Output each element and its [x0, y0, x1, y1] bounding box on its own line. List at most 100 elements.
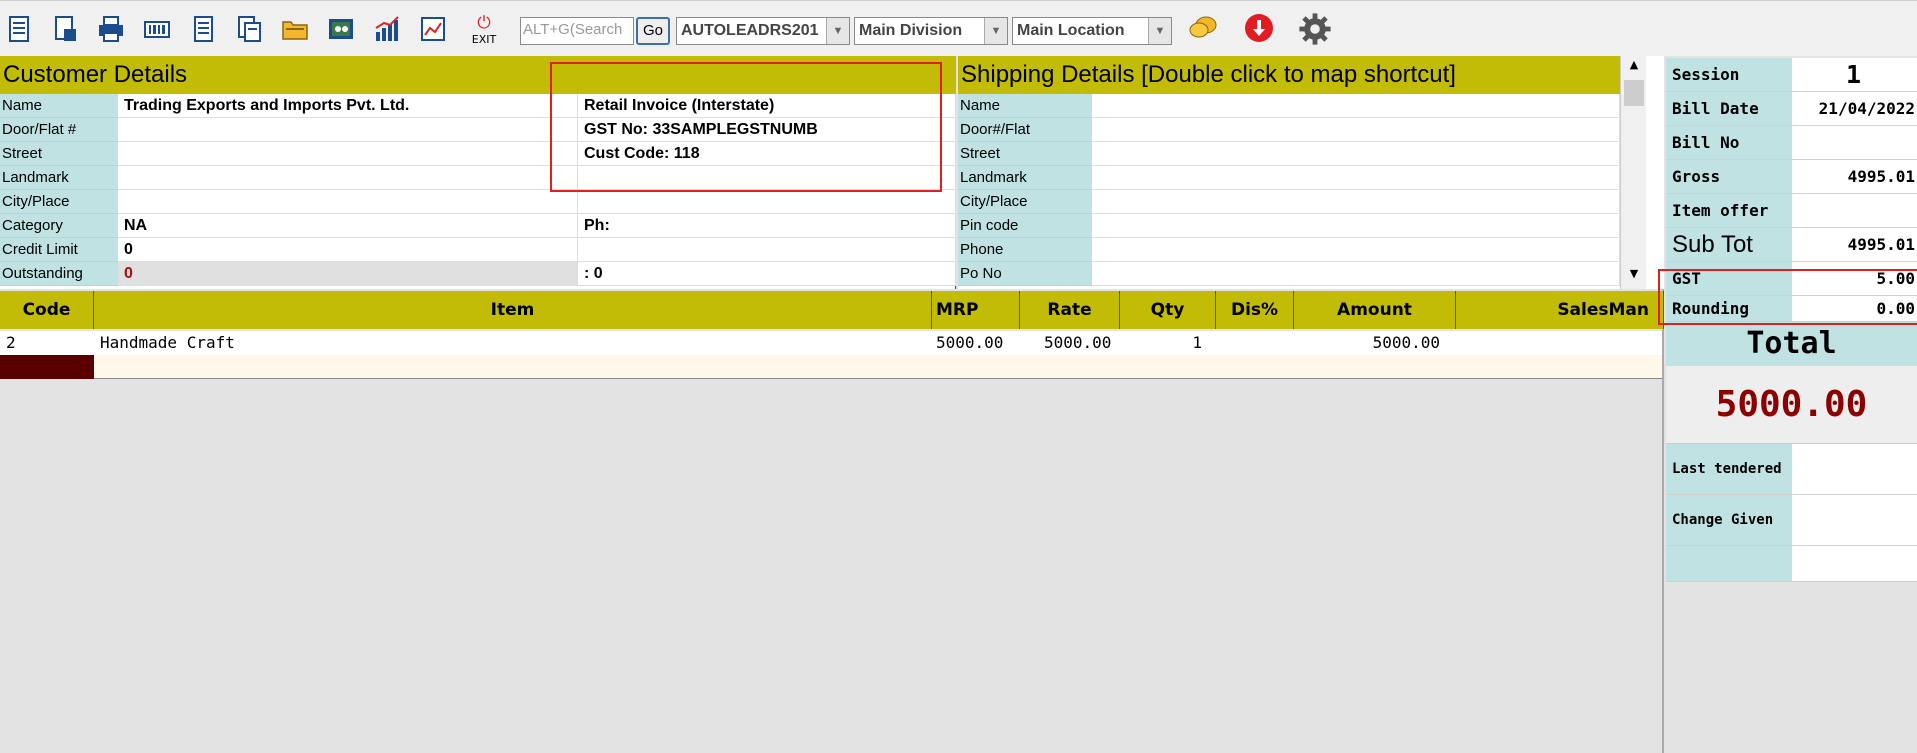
shipping-field-value[interactable]	[1092, 118, 1620, 142]
shipping-field-value[interactable]	[1092, 166, 1620, 190]
customer-info-text	[578, 190, 956, 214]
summary-panel: Session 1 Bill Date 21/04/2022 Bill No Gross 4…	[1658, 56, 1917, 753]
customer-field-value[interactable]: 0	[118, 262, 578, 286]
shipping-field-value[interactable]	[1092, 214, 1620, 238]
go-button[interactable]: Go	[636, 17, 670, 45]
column-header[interactable]: Qty	[1120, 291, 1216, 329]
customer-card-icon[interactable]	[326, 14, 356, 44]
subtot-label: Sub Tot	[1666, 228, 1792, 262]
exit-button[interactable]: ⏻ EXIT	[466, 13, 502, 49]
customer-field-label: Category	[0, 214, 118, 238]
customer-field-value[interactable]	[118, 166, 578, 190]
lasttendered-label: Last tendered	[1666, 444, 1792, 495]
shipping-field-label: Street	[958, 142, 1092, 166]
scroll-thumb[interactable]	[1624, 80, 1644, 106]
total-value: 5000.00	[1666, 366, 1917, 444]
change-value[interactable]	[1792, 495, 1917, 546]
gross-label: Gross	[1666, 160, 1792, 194]
customer-info-text: Ph:	[578, 214, 956, 238]
subtot-value: 4995.01	[1792, 228, 1917, 262]
itemoffer-label: Item offer	[1666, 194, 1792, 228]
copy-document-icon[interactable]	[234, 14, 264, 44]
column-header[interactable]: Rate	[1020, 291, 1120, 329]
print-icon[interactable]	[96, 14, 126, 44]
column-header[interactable]: MRP	[932, 291, 1020, 329]
customer-field-label: Door/Flat #	[0, 118, 118, 142]
bar-chart-icon[interactable]	[372, 14, 402, 44]
customer-field-value[interactable]: Trading Exports and Imports Pvt. Ltd.	[118, 94, 578, 118]
exit-label: EXIT	[471, 33, 497, 46]
scroll-down-icon[interactable]: ▼	[1624, 267, 1644, 287]
shipping-scrollbar[interactable]: ▲ ▼	[1620, 56, 1646, 289]
location-select[interactable]: Main Location ▼	[1012, 17, 1172, 45]
shipping-field-value[interactable]	[1092, 94, 1620, 118]
column-header[interactable]: Item	[94, 291, 932, 329]
column-header[interactable]: Code	[0, 291, 94, 329]
grid-cell-amount[interactable]: 5000.00	[1294, 331, 1456, 355]
shipping-field-label: Landmark	[958, 166, 1092, 190]
customer-field-value[interactable]	[118, 142, 578, 166]
document-icon[interactable]	[188, 14, 218, 44]
billdate-label: Bill Date	[1666, 92, 1792, 126]
billdate-value: 21/04/2022	[1792, 92, 1917, 126]
chevron-down-icon[interactable]: ▼	[1148, 18, 1171, 44]
shipping-field-label: Phone	[958, 238, 1092, 262]
customer-info-text: : 0	[578, 262, 956, 286]
billno-value	[1792, 126, 1917, 160]
extra-label	[1666, 546, 1792, 582]
grid-header: Code Item MRP Rate Qty Dis% Amount SalesMan	[0, 291, 1664, 329]
barcode-icon[interactable]	[142, 14, 172, 44]
toolbar: ⏻ EXIT ALT+G(Search Go AUTOLEADRS201 ▼ Mai…	[0, 0, 1917, 56]
division-select-value: Main Division	[859, 22, 963, 39]
table-row[interactable]: 2 Handmade Craft 5000.00 5000.00 1 5000.00	[0, 331, 1662, 355]
extra-value[interactable]	[1792, 546, 1917, 582]
new-entry-row[interactable]	[0, 355, 1662, 379]
lasttendered-value[interactable]	[1792, 444, 1917, 495]
shipping-panel: Shipping Details [Double click to map sh…	[958, 56, 1664, 289]
column-header[interactable]: SalesMan	[1456, 291, 1664, 329]
shipping-field-label: Name	[958, 94, 1092, 118]
customer-field-value[interactable]: 0	[118, 238, 578, 262]
settings-gear-icon[interactable]	[1297, 11, 1333, 47]
customer-field-label: City/Place	[0, 190, 118, 214]
shipping-field-value[interactable]	[1092, 238, 1620, 262]
active-code-cell[interactable]	[0, 355, 94, 379]
customer-field-value[interactable]	[118, 190, 578, 214]
gross-value: 4995.01	[1792, 160, 1917, 194]
division-select[interactable]: Main Division ▼	[854, 17, 1008, 45]
column-header[interactable]: Dis%	[1216, 291, 1294, 329]
new-bill-icon[interactable]	[50, 14, 80, 44]
grid-cell-qty[interactable]: 1	[1120, 331, 1216, 355]
column-header[interactable]: Amount	[1294, 291, 1456, 329]
shipping-field-value[interactable]	[1092, 190, 1620, 214]
report-icon[interactable]	[4, 14, 34, 44]
shipping-details-title: Shipping Details [Double click to map sh…	[958, 56, 1620, 94]
folder-icon[interactable]	[280, 14, 310, 44]
shipping-field-value[interactable]	[1092, 142, 1620, 166]
grid-cell-mrp[interactable]: 5000.00	[932, 331, 1020, 355]
grid-cell-salesman[interactable]	[1456, 331, 1664, 355]
customer-field-value[interactable]: NA	[118, 214, 578, 238]
shipping-field-label: City/Place	[958, 190, 1092, 214]
grid-cell-rate[interactable]: 5000.00	[1020, 331, 1120, 355]
grid-cell-code[interactable]: 2	[0, 331, 94, 355]
scroll-up-icon[interactable]: ▲	[1624, 58, 1644, 78]
company-select[interactable]: AUTOLEADRS201 ▼	[676, 17, 850, 45]
line-chart-icon[interactable]	[418, 14, 448, 44]
item-grid: Code Item MRP Rate Qty Dis% Amount SalesMan 2 Ha…	[0, 289, 1664, 753]
location-select-value: Main Location	[1017, 22, 1125, 39]
chevron-down-icon[interactable]: ▼	[826, 18, 849, 44]
session-value: 1	[1792, 58, 1917, 92]
grid-cell-dis[interactable]	[1216, 331, 1294, 355]
invoice-info-highlight	[550, 62, 942, 192]
chat-icon[interactable]	[1188, 13, 1218, 43]
customer-field-label: Name	[0, 94, 118, 118]
customer-field-label: Landmark	[0, 166, 118, 190]
customer-info-text	[578, 238, 956, 262]
shipping-field-value[interactable]	[1092, 262, 1620, 286]
customer-field-value[interactable]	[118, 118, 578, 142]
chevron-down-icon[interactable]: ▼	[984, 18, 1007, 44]
grid-cell-item[interactable]: Handmade Craft	[94, 331, 932, 355]
search-input[interactable]: ALT+G(Search	[520, 17, 634, 45]
download-icon[interactable]	[1244, 13, 1274, 43]
